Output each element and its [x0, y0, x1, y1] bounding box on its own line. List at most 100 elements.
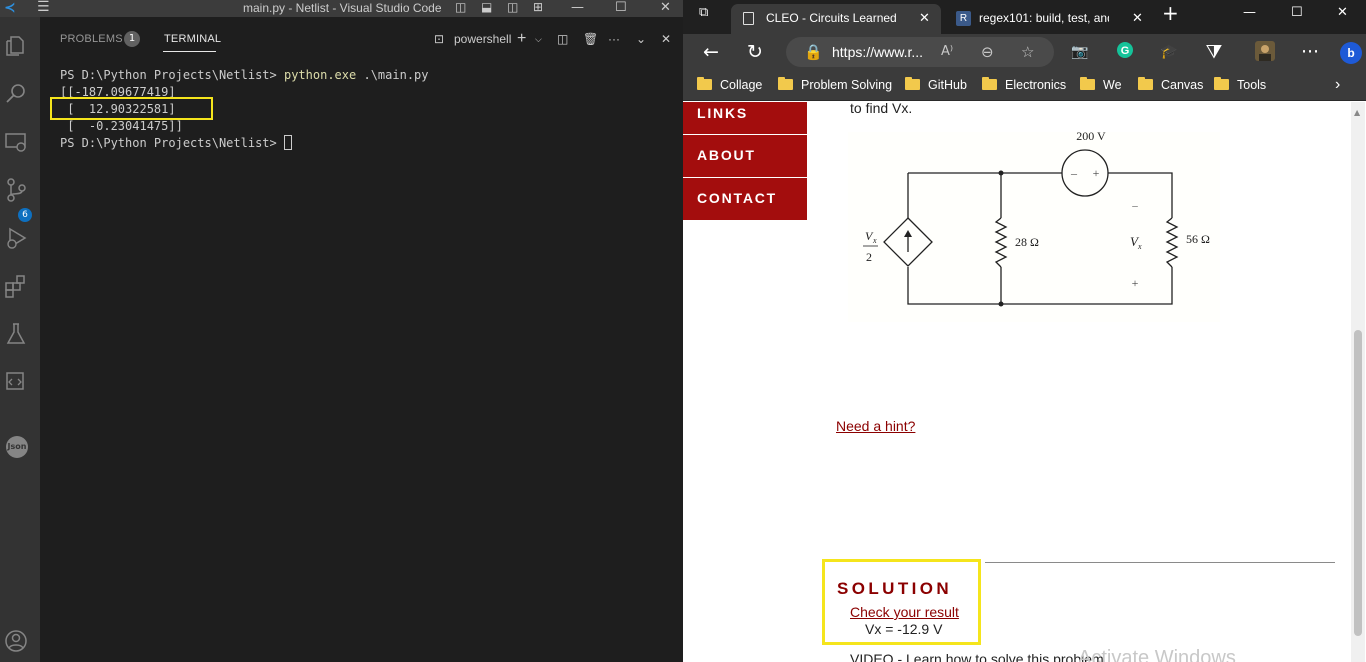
more-actions-icon[interactable]: ···: [608, 31, 620, 47]
terminal-prompt: PS D:\Python Projects\Netlist>: [60, 68, 277, 82]
toggle-secondary-sidebar-icon[interactable]: ◫: [507, 0, 518, 15]
minimize-icon[interactable]: —: [1243, 4, 1256, 22]
nav-links[interactable]: LINKS: [683, 102, 807, 134]
bookmark-github[interactable]: GitHub: [905, 77, 967, 93]
trash-icon[interactable]: 🗑: [583, 31, 598, 47]
bookmark-collage[interactable]: Collage: [697, 77, 762, 93]
grammarly-icon[interactable]: G: [1114, 41, 1136, 63]
tab-terminal[interactable]: TERMINAL: [164, 33, 221, 45]
account-icon[interactable]: [4, 628, 28, 654]
camera-icon[interactable]: 📷: [1069, 41, 1091, 63]
bookmark-canvas[interactable]: Canvas: [1138, 77, 1203, 93]
testing-icon[interactable]: [4, 321, 28, 347]
maximize-icon[interactable]: ☐: [615, 0, 627, 15]
shell-name[interactable]: powershell: [454, 31, 511, 47]
scroll-thumb[interactable]: [1354, 330, 1362, 636]
regex101-favicon-icon: R: [956, 11, 971, 26]
nav-about[interactable]: ABOUT: [683, 135, 807, 177]
remote-explorer-icon[interactable]: [4, 129, 28, 155]
chevron-right-icon[interactable]: ›: [1335, 77, 1340, 93]
source-control-icon[interactable]: [4, 177, 28, 203]
extensions-icon[interactable]: [4, 273, 28, 299]
vscode-window: ≺ ☰ main.py - Netlist - Visual Studio Co…: [0, 0, 683, 662]
collapse-panel-icon[interactable]: ⌄: [636, 31, 646, 47]
page-icon: [743, 12, 754, 25]
favorite-star-icon[interactable]: ☆: [1021, 42, 1034, 62]
toggle-sidebar-icon[interactable]: ◫: [455, 0, 466, 15]
new-terminal-icon[interactable]: +: [517, 31, 526, 47]
close-panel-icon[interactable]: ✕: [661, 31, 671, 47]
vx-minus: –: [1131, 200, 1138, 212]
nav-contact[interactable]: CONTACT: [683, 178, 807, 220]
folder-icon: [982, 77, 997, 90]
lock-icon[interactable]: 🔒: [804, 42, 823, 62]
folder-icon: [1214, 77, 1229, 90]
tab-actions-icon[interactable]: ⧉: [699, 4, 708, 22]
extension-hat-icon[interactable]: 🎓: [1158, 41, 1180, 63]
folder-icon: [905, 77, 920, 90]
tab-cleo[interactable]: CLEO - Circuits Learned by E ✕: [731, 4, 941, 34]
terminal-line: PS D:\Python Projects\Netlist> python.ex…: [60, 67, 429, 84]
terminal-command: python.exe: [283, 68, 357, 82]
bing-icon[interactable]: b: [1339, 41, 1362, 64]
favorites-bar: Collage Problem Solving GitHub Electroni…: [683, 70, 1366, 101]
json-extension-icon[interactable]: Json: [6, 436, 28, 458]
bookmark-problem-solving[interactable]: Problem Solving: [778, 77, 892, 93]
new-tab-icon[interactable]: +: [1162, 3, 1179, 23]
remote-containers-icon[interactable]: [4, 369, 28, 395]
address-bar[interactable]: 🔒 https://www.r... A⁾ ⊖ ☆: [786, 37, 1054, 67]
video-link[interactable]: VIDEO - Learn how to solve this problem: [850, 651, 1104, 662]
tab-bar: ⧉ CLEO - Circuits Learned by E ✕ R regex…: [683, 0, 1366, 34]
close-icon[interactable]: ✕: [660, 0, 671, 15]
folder-icon: [697, 77, 712, 90]
dep-source-denominator: 2: [866, 250, 872, 264]
split-terminal-icon[interactable]: ◫: [557, 31, 568, 47]
close-icon[interactable]: ✕: [1337, 4, 1348, 22]
zoom-icon[interactable]: ⊖: [981, 42, 994, 62]
scroll-up-icon[interactable]: ▲: [1354, 108, 1360, 117]
minimize-icon[interactable]: —: [571, 0, 584, 15]
svg-text:b: b: [1347, 46, 1354, 60]
circuit-diagram: 200 V – + 28 Ω 56 Ω V x 2 V x – +: [848, 130, 1220, 322]
check-result-link[interactable]: Check your result: [850, 604, 959, 620]
more-menu-icon[interactable]: ···: [1299, 41, 1321, 63]
menu-hamburger-icon[interactable]: ☰: [37, 0, 50, 15]
bookmark-tools[interactable]: Tools: [1214, 77, 1266, 93]
customize-layout-icon[interactable]: ⊞: [533, 0, 543, 15]
result-value: Vx = -12.9 V: [865, 621, 943, 637]
tab-problems[interactable]: PROBLEMS: [60, 33, 123, 45]
folder-icon: [778, 77, 793, 90]
back-icon[interactable]: ←: [700, 41, 722, 63]
r1-label: 28 Ω: [1015, 235, 1039, 249]
bookmark-electronics[interactable]: Electronics: [982, 77, 1066, 93]
extensions-puzzle-icon[interactable]: ⧩: [1203, 41, 1225, 63]
solution-heading: SOLUTION: [837, 579, 953, 598]
terminal-output-line: [ -0.23041475]]: [60, 119, 183, 133]
tab-title: regex101: build, test, and de: [979, 11, 1109, 25]
run-debug-icon[interactable]: [4, 225, 28, 251]
close-tab-icon[interactable]: ✕: [1132, 4, 1143, 32]
refresh-icon[interactable]: ↻: [744, 41, 766, 63]
close-tab-icon[interactable]: ✕: [919, 4, 930, 32]
terminal-shell-icon[interactable]: ⊡: [434, 31, 444, 47]
need-hint-link[interactable]: Need a hint?: [836, 418, 915, 434]
chevron-down-icon[interactable]: ⌵: [535, 31, 542, 47]
tab-regex101[interactable]: R regex101: build, test, and de ✕: [948, 4, 1158, 34]
section-divider: [985, 562, 1335, 563]
folder-icon: [1080, 77, 1095, 90]
vscode-logo-icon: ≺: [4, 0, 16, 16]
explorer-icon[interactable]: [4, 33, 28, 59]
read-aloud-icon[interactable]: A⁾: [941, 42, 953, 62]
maximize-icon[interactable]: ☐: [1291, 4, 1303, 22]
profile-avatar[interactable]: [1254, 41, 1276, 63]
toggle-panel-icon[interactable]: ⬓: [481, 0, 492, 15]
terminal-args: .\main.py: [363, 68, 429, 82]
source-minus: –: [1070, 166, 1078, 180]
search-icon[interactable]: [4, 81, 28, 107]
url-text[interactable]: https://www.r...: [832, 44, 923, 60]
activate-windows-watermark: Activate Windows: [1078, 647, 1236, 662]
bookmark-we[interactable]: We: [1080, 77, 1122, 93]
activity-bar: 6 Json: [0, 17, 40, 662]
tab-title: CLEO - Circuits Learned by E: [766, 11, 896, 25]
page-scrollbar[interactable]: ▲: [1351, 102, 1365, 662]
